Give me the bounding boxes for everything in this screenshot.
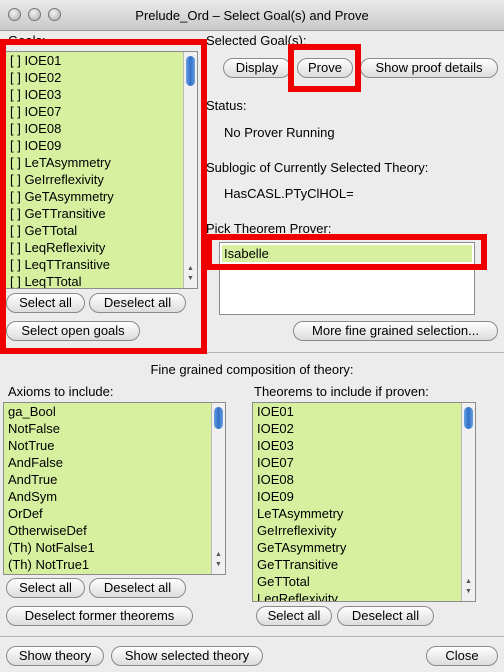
status-label: Status:: [206, 98, 247, 113]
theorem-list-item[interactable]: IOE03: [253, 437, 461, 454]
goal-list-item[interactable]: [ ] LeqTTotal: [6, 273, 183, 288]
axioms-label: Axioms to include:: [8, 384, 114, 399]
scroll-thumb[interactable]: [464, 407, 473, 429]
scroll-thumb[interactable]: [214, 407, 223, 429]
goal-list-item[interactable]: [ ] IOE07: [6, 103, 183, 120]
footer-divider: [0, 636, 504, 637]
status-value: No Prover Running: [224, 125, 335, 140]
theorem-list-item[interactable]: LeqReflexivity: [253, 590, 461, 601]
axiom-list-item[interactable]: AndTrue: [4, 471, 211, 488]
axiom-list-item[interactable]: AndSym: [4, 488, 211, 505]
axiom-list-item[interactable]: (Th) NotTrue1: [4, 556, 211, 573]
window-title: Prelude_Ord – Select Goal(s) and Prove: [135, 8, 369, 23]
goal-list-item[interactable]: [ ] LeTAsymmetry: [6, 154, 183, 171]
selected-goals-label: Selected Goal(s):: [206, 33, 307, 48]
theorems-select-all-button[interactable]: Select all: [256, 606, 332, 626]
axioms-deselect-all-button[interactable]: Deselect all: [89, 578, 186, 598]
sublogic-value: HasCASL.PTyClHOL=: [224, 186, 354, 201]
more-fine-grained-selection-button[interactable]: More fine grained selection...: [293, 321, 498, 341]
theorem-list-item[interactable]: LeTAsymmetry: [253, 505, 461, 522]
theorems-label: Theorems to include if proven:: [254, 384, 429, 399]
goal-list-item[interactable]: [ ] IOE08: [6, 120, 183, 137]
theorems-deselect-all-button[interactable]: Deselect all: [337, 606, 434, 626]
show-proof-details-button[interactable]: Show proof details: [360, 58, 498, 78]
theorem-list-item[interactable]: GeTTransitive: [253, 556, 461, 573]
theorem-list-item[interactable]: IOE02: [253, 420, 461, 437]
goal-list-item[interactable]: [ ] IOE02: [6, 69, 183, 86]
pick-prover-label: Pick Theorem Prover:: [206, 221, 332, 236]
goal-list-item[interactable]: [ ] LeqTTransitive: [6, 256, 183, 273]
goals-list[interactable]: [ ] IOE01[ ] IOE02[ ] IOE03[ ] IOE07[ ] …: [5, 51, 198, 289]
axiom-list-item[interactable]: (Th) NotFalse1: [4, 539, 211, 556]
axioms-scrollbar[interactable]: ▲ ▼: [211, 403, 225, 574]
theorem-list-item[interactable]: IOE01: [253, 403, 461, 420]
theorem-list-item[interactable]: GeTAsymmetry: [253, 539, 461, 556]
axiom-list-item[interactable]: ga_Bool: [4, 403, 211, 420]
theorem-list-item[interactable]: IOE09: [253, 488, 461, 505]
goal-list-item[interactable]: [ ] IOE01: [6, 52, 183, 69]
divider: [0, 352, 504, 353]
goals-deselect-all-button[interactable]: Deselect all: [89, 293, 186, 313]
goal-list-item[interactable]: [ ] GeIrreflexivity: [6, 171, 183, 188]
goals-label: Goals:: [8, 33, 46, 48]
goal-list-item[interactable]: [ ] GeTTransitive: [6, 205, 183, 222]
select-open-goals-button[interactable]: Select open goals: [6, 321, 140, 341]
composition-title: Fine grained composition of theory:: [150, 362, 354, 377]
goal-list-item[interactable]: [ ] LeqReflexivity: [6, 239, 183, 256]
goals-select-all-button[interactable]: Select all: [6, 293, 85, 313]
theorem-list-item[interactable]: IOE08: [253, 471, 461, 488]
deselect-former-theorems-button[interactable]: Deselect former theorems: [6, 606, 193, 626]
axiom-list-item[interactable]: NotFalse: [4, 420, 211, 437]
show-selected-theory-button[interactable]: Show selected theory: [111, 646, 263, 666]
prove-button[interactable]: Prove: [297, 58, 353, 78]
theorem-list-item[interactable]: GeIrreflexivity: [253, 522, 461, 539]
show-theory-button[interactable]: Show theory: [6, 646, 104, 666]
sublogic-label: Sublogic of Currently Selected Theory:: [206, 160, 429, 175]
axiom-list-item[interactable]: OtherwiseDef: [4, 522, 211, 539]
theorem-list-item[interactable]: GeTTotal: [253, 573, 461, 590]
close-button[interactable]: Close: [426, 646, 498, 666]
axiom-list-item[interactable]: AndFalse: [4, 454, 211, 471]
axiom-list-item[interactable]: OrDef: [4, 505, 211, 522]
goal-list-item[interactable]: [ ] IOE03: [6, 86, 183, 103]
display-button[interactable]: Display: [223, 58, 291, 78]
goal-list-item[interactable]: [ ] GeTAsymmetry: [6, 188, 183, 205]
scroll-arrows-icon[interactable]: ▲ ▼: [184, 264, 197, 288]
theorem-list-item[interactable]: IOE07: [253, 454, 461, 471]
scroll-arrows-icon[interactable]: ▲ ▼: [462, 577, 475, 601]
prover-list[interactable]: Isabelle: [219, 242, 475, 315]
axioms-select-all-button[interactable]: Select all: [6, 578, 85, 598]
goals-scrollbar[interactable]: ▲ ▼: [183, 52, 197, 288]
title-bar: Prelude_Ord – Select Goal(s) and Prove: [0, 0, 504, 31]
scroll-arrows-icon[interactable]: ▲ ▼: [212, 550, 225, 574]
theorems-list[interactable]: IOE01 IOE02 IOE03 IOE07 IOE08 IOE09 LeTAsymmet…: [252, 402, 476, 602]
axiom-list-item[interactable]: NotTrue: [4, 437, 211, 454]
axioms-list[interactable]: ga_Bool NotFalse NotTrue AndFalse AndTrue And…: [3, 402, 226, 575]
goal-list-item[interactable]: [ ] IOE09: [6, 137, 183, 154]
theorems-scrollbar[interactable]: ▲ ▼: [461, 403, 475, 601]
prover-item-isabelle[interactable]: Isabelle: [222, 245, 472, 262]
goal-list-item[interactable]: [ ] GeTTotal: [6, 222, 183, 239]
scroll-thumb[interactable]: [186, 56, 195, 86]
